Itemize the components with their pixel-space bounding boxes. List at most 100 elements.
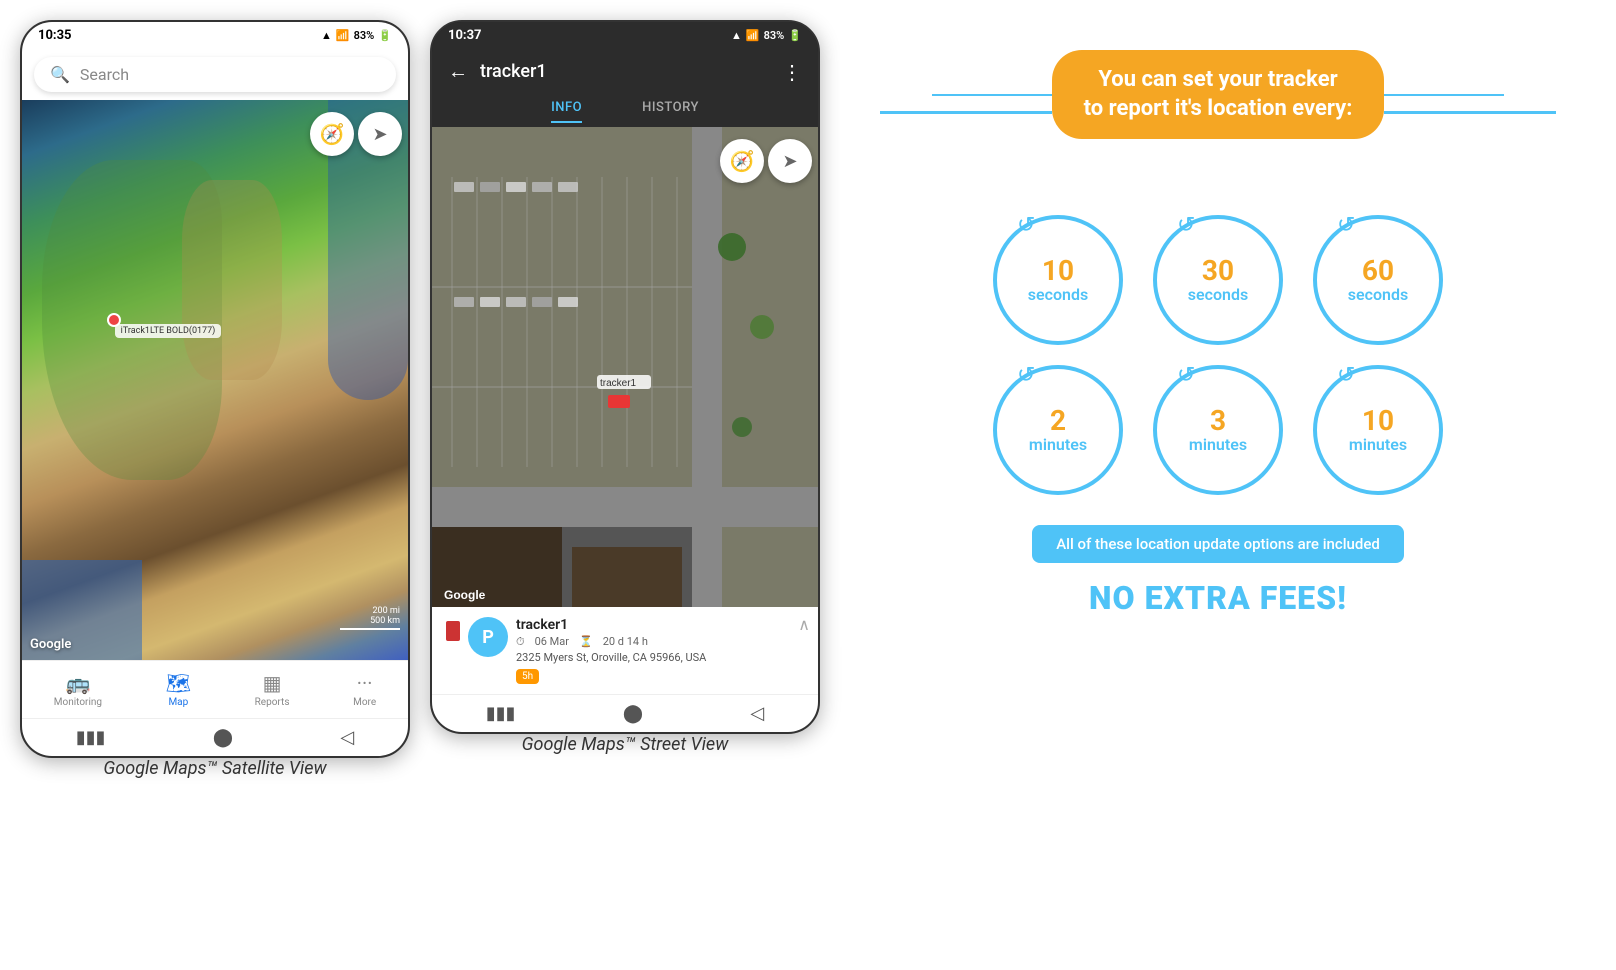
circle-3-number: 2 [1050, 407, 1066, 435]
search-box[interactable]: 🔍 Search [34, 57, 396, 92]
compass-button[interactable]: 🧭 [310, 112, 354, 156]
left-divider-line [880, 111, 1052, 114]
info-panel: You can set your tracker to report it's … [840, 20, 1596, 647]
arrow-icon-0: ↺ [1017, 213, 1035, 238]
phone1-satellite-map[interactable]: 🧭 ➤ iTrack1LTE BOLD(0177) Google 200 mi … [22, 100, 408, 660]
location-button2[interactable]: ➤ [768, 139, 812, 183]
compass-button2[interactable]: 🧭 [720, 139, 764, 183]
phone1-status-bar: 10:35 ▲ 📶 83% 🔋 [22, 22, 408, 49]
reports-label: Reports [255, 697, 290, 708]
circle-0-number: 10 [1042, 257, 1074, 285]
arrow-icon-3: ↺ [1017, 363, 1035, 388]
battery-icon: 🔋 [378, 29, 392, 42]
phone2-aerial-map[interactable]: Google tracker1 🧭 ➤ [432, 127, 818, 607]
phone2-status-icons: ▲ 📶 83% 🔋 [731, 29, 802, 42]
tab-history[interactable]: HISTORY [642, 94, 699, 123]
phone2-tabs: INFO HISTORY [432, 94, 818, 127]
svg-text:tracker1: tracker1 [600, 378, 637, 389]
system-back-icon2[interactable]: ▮▮▮ [486, 703, 516, 724]
nav-reports[interactable]: ▦ Reports [247, 667, 298, 712]
system-back-icon[interactable]: ▮▮▮ [76, 727, 106, 748]
phone1-search-area: 🔍 Search [22, 49, 408, 100]
circles-grid: ↺ 10 seconds ↺ 30 seconds ↺ 60 seconds [993, 215, 1443, 495]
signal-icon2: ▲ [731, 29, 742, 42]
tab-info[interactable]: INFO [551, 94, 582, 123]
compass-icon: 🧭 [320, 122, 345, 146]
compass-icon2: 🧭 [730, 149, 755, 173]
circle-10sec: ↺ 10 seconds [993, 215, 1123, 345]
headline-box: You can set your tracker to report it's … [1052, 50, 1385, 139]
phone2-header: ← tracker1 ⋮ [432, 49, 818, 94]
circle-30sec: ↺ 30 seconds [1153, 215, 1283, 345]
monitoring-icon: 🚌 [65, 671, 90, 695]
system-home-icon2[interactable]: ⬤ [623, 703, 643, 724]
tracker-date: 06 Mar [535, 635, 569, 649]
phone1-caption: Google Maps™ Satellite View [20, 758, 410, 779]
circle-3min: ↺ 3 minutes [1153, 365, 1283, 495]
battery-text: 83% [354, 29, 375, 42]
scale-bar: 200 mi 500 km [340, 606, 400, 630]
arrow-icon-1: ↺ [1177, 213, 1195, 238]
system-recent-icon[interactable]: ◁ [340, 727, 354, 748]
svg-text:Google: Google [444, 588, 486, 602]
location-button[interactable]: ➤ [358, 112, 402, 156]
circle-0-unit: seconds [1028, 285, 1088, 304]
nav-map[interactable]: 🗺 Map [158, 667, 199, 712]
circle-4-unit: minutes [1189, 435, 1247, 454]
tracker-name: tracker1 [516, 617, 804, 633]
main-container: 10:35 ▲ 📶 83% 🔋 🔍 Search [20, 20, 1596, 779]
phone1-status-icons: ▲ 📶 83% 🔋 [321, 29, 392, 42]
calendar-icon: ⏳ [579, 635, 593, 649]
tracker-info-bar: P tracker1 ⏱ 06 Mar ⏳ 20 d 14 h 2325 Mye… [432, 607, 818, 694]
scale-label-km: 500 km [370, 616, 400, 626]
no-fees-banner: All of these location update options are… [1032, 525, 1404, 563]
phone2-status-bar: 10:37 ▲ 📶 83% 🔋 [432, 22, 818, 49]
no-extra-fees-text: NO EXTRA FEES! [1089, 579, 1347, 617]
banner-text: All of these location update options are… [1056, 535, 1380, 553]
phone2-time: 10:37 [448, 28, 482, 43]
location-icon: ➤ [372, 124, 387, 145]
tracker-title: tracker1 [480, 61, 770, 82]
system-navigation: ▮▮▮ ⬤ ◁ [22, 718, 408, 756]
circle-1-unit: seconds [1188, 285, 1248, 304]
scale-label-mi: 200 mi [373, 606, 401, 616]
phone2-mockup: 10:37 ▲ 📶 83% 🔋 ← tracker1 ⋮ INFO HISTOR… [430, 20, 820, 734]
search-placeholder: Search [80, 65, 129, 84]
circle-2min: ↺ 2 minutes [993, 365, 1123, 495]
arrow-icon-5: ↺ [1337, 363, 1355, 388]
tracker-details: tracker1 ⏱ 06 Mar ⏳ 20 d 14 h 2325 Myers… [516, 617, 804, 684]
google-watermark: Google [30, 637, 71, 652]
arrow-icon-4: ↺ [1177, 363, 1195, 388]
system-recent-icon2[interactable]: ◁ [750, 703, 764, 724]
right-divider-line [1384, 111, 1556, 114]
tracker-duration: 20 d 14 h [603, 635, 648, 649]
back-button[interactable]: ← [448, 59, 468, 84]
car-thumbnail [446, 621, 460, 641]
map-icon: 🗺 [166, 671, 191, 695]
circle-5-number: 10 [1362, 407, 1394, 435]
circle-60sec: ↺ 60 seconds [1313, 215, 1443, 345]
signal-icon: ▲ [321, 29, 332, 42]
tracker-address: 2325 Myers St, Oroville, CA 95966, USA [516, 651, 804, 664]
map-label-nav: Map [168, 697, 188, 708]
circle-10min: ↺ 10 minutes [1313, 365, 1443, 495]
system-home-icon[interactable]: ⬤ [213, 727, 233, 748]
parking-lot-svg: Google tracker1 [432, 127, 818, 607]
tracker-avatar: P [468, 617, 508, 657]
system-navigation2: ▮▮▮ ⬤ ◁ [432, 694, 818, 732]
circle-3-unit: minutes [1029, 435, 1087, 454]
circle-2-unit: seconds [1348, 285, 1408, 304]
phone2-caption: Google Maps™ Street View [430, 734, 820, 755]
nav-more[interactable]: ··· More [345, 667, 384, 712]
scroll-indicator: ∧ [798, 615, 810, 634]
tracker-meta: ⏱ 06 Mar ⏳ 20 d 14 h [516, 635, 804, 649]
more-label: More [353, 697, 376, 708]
clock-icon: ⏱ [516, 635, 525, 649]
battery-icon2: 🔋 [788, 29, 802, 42]
time-badge: 5h [516, 669, 539, 684]
menu-button[interactable]: ⋮ [782, 60, 802, 84]
phone1-time: 10:35 [38, 28, 72, 43]
headline-text: You can set your tracker to report it's … [1084, 66, 1353, 123]
nav-monitoring[interactable]: 🚌 Monitoring [46, 667, 110, 712]
circle-1-number: 30 [1202, 257, 1234, 285]
